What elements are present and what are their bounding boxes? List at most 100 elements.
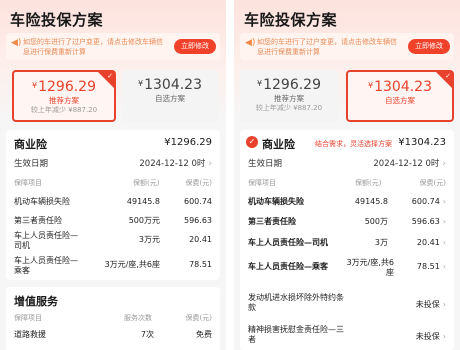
table-header: 保障项目 服务次数 保费(元) [6, 309, 220, 325]
effective-date-value[interactable]: 2024-12-12 0时 › [373, 157, 446, 169]
section-title: 增值服务 [14, 295, 58, 308]
row-name: 精神损害抚慰金责任险—三者 [248, 325, 344, 344]
table-row[interactable]: 精神损害抚慰金责任险—三者 未投保 › [240, 324, 454, 350]
section-title: 商业险 [14, 138, 47, 151]
table-row[interactable]: 车上人员责任险—司机 3万元 20.41 [6, 230, 220, 256]
row-name: 车上人员责任险—乘客 [14, 256, 78, 275]
chevron-right-icon: › [442, 159, 446, 169]
header-amount: 保额(元) [133, 179, 160, 187]
value-added-services-section: 增值服务 保障项目 服务次数 保费(元) 道路救援 7次 免费 [6, 287, 220, 350]
section-title: 商业险 [262, 138, 295, 151]
section-total: ¥1296.29 [164, 137, 212, 148]
table-header: 保障项目 保额(元) 保费(元) [240, 174, 454, 190]
chevron-right-icon: › [442, 217, 446, 226]
row-amount: 49145.8 [126, 197, 160, 206]
modify-now-button[interactable]: 立即修改 [408, 39, 450, 54]
transfer-notice: ◀) 如您的车进行了过户变更，请点击修改车辆信息进行保费重新计算 立即修改 [240, 33, 454, 60]
row-name: 发动机进水损坏除外特约条款 [248, 293, 344, 312]
row-name: 机动车辆损失险 [14, 197, 70, 206]
row-premium: 596.63 [184, 216, 212, 225]
row-premium: 78.51 [189, 260, 212, 269]
header-item: 保障项目 [14, 179, 42, 187]
row-amount: 3万元/座,共6座 [346, 258, 394, 277]
effective-date-label: 生效日期 [14, 159, 49, 169]
row-name: 车上人员责任险—司机 [14, 231, 78, 250]
row-amount: 500万元 [128, 216, 160, 225]
row-name: 车上人员责任险—乘客 [248, 262, 328, 271]
row-amount: 49145.8 [354, 197, 388, 206]
row-premium: 600.74 [184, 197, 212, 206]
row-premium: 免费 [196, 330, 212, 339]
chevron-right-icon: › [442, 197, 446, 206]
row-premium: 未投保 › [415, 300, 446, 309]
custom-plan-card[interactable]: ¥1304.23 自选方案 ✓ [346, 70, 454, 122]
notice-text: 如您的车进行了过户变更，请点击修改车辆信息进行保费重新计算 [257, 38, 397, 56]
recommended-plan-card[interactable]: ¥1296.29 推荐方案 较上年减少 ¥887.20 [240, 70, 338, 122]
row-amount: 500万 [364, 217, 388, 226]
row-name: 道路救援 [14, 330, 46, 339]
header-count: 服务次数 [124, 314, 152, 322]
plan-price: ¥1296.29 [257, 77, 321, 93]
row-amount: 3万元 [138, 235, 160, 244]
chevron-right-icon: › [442, 332, 446, 341]
row-name: 第三者责任险 [14, 216, 62, 225]
header-premium: 保费(元) [185, 179, 212, 187]
selected-corner-icon: ✓ [436, 72, 452, 88]
panel-divider [226, 0, 234, 350]
custom-plan-card[interactable]: ¥1304.23 自选方案 [122, 70, 218, 122]
effective-date-label: 生效日期 [248, 159, 283, 169]
table-row[interactable]: 车上人员责任险—司机 3万 20.41 › [240, 233, 454, 253]
header-premium: 保费(元) [419, 179, 446, 187]
header-amount: 保额(元) [355, 179, 382, 187]
chevron-right-icon: › [442, 262, 446, 271]
chevron-right-icon: › [442, 238, 446, 247]
commercial-insurance-section: ✓ 商业险 结合需求，灵活选择方案 ¥1304.23 生效日期 2024-12-… [240, 130, 454, 350]
row-amount: 3万元/座,共6座 [104, 260, 160, 269]
header-item: 保障项目 [14, 314, 42, 322]
table-row[interactable]: 发动机进水损坏除外特约条款 未投保 › [240, 292, 454, 318]
plan-label: 自选方案 [155, 94, 185, 103]
chevron-right-icon: › [442, 300, 446, 309]
check-circle-icon[interactable]: ✓ [246, 136, 258, 148]
section-total: ¥1304.23 [398, 137, 446, 148]
plan-label: 推荐方案 [49, 96, 79, 105]
row-name: 车上人员责任险—司机 [248, 238, 328, 247]
table-row[interactable]: 机动车辆损失险 49145.8 600.74 [6, 192, 220, 212]
speaker-icon: ◀) [11, 38, 22, 48]
commercial-insurance-section: 商业险 ¥1296.29 生效日期 2024-12-12 0时 › 保障项目 保额… [6, 130, 220, 280]
right-screen: 车险投保方案 ◀) 如您的车进行了过户变更，请点击修改车辆信息进行保费重新计算 … [234, 0, 460, 350]
row-name: 机动车辆损失险 [248, 197, 304, 206]
table-row[interactable]: 机动车辆损失险 49145.8 600.74 › [240, 192, 454, 212]
plan-price: ¥1304.23 [138, 77, 202, 93]
row-count: 7次 [140, 330, 154, 339]
selected-corner-icon: ✓ [98, 72, 114, 88]
recommended-plan-card[interactable]: ¥1296.29 推荐方案 较上年减少 ¥887.20 ✓ [12, 70, 116, 122]
transfer-notice: ◀) 如您的车进行了过户变更，请点击修改车辆信息进行保费重新计算 立即修改 [6, 33, 220, 60]
table-row[interactable]: 车上人员责任险—乘客 3万元/座,共6座 78.51 [6, 255, 220, 281]
table-row[interactable]: 第三者责任险 500万元 596.63 [6, 211, 220, 231]
row-premium: 596.63 › [411, 217, 446, 226]
plan-compare-text: 较上年减少 ¥887.20 [255, 104, 323, 112]
section-tag: 结合需求，灵活选择方案 [315, 140, 392, 148]
table-row[interactable]: 道路救援 7次 免费 [6, 325, 220, 345]
table-row[interactable]: 车上人员责任险—乘客 3万元/座,共6座 78.51 › [240, 254, 454, 280]
table-row[interactable]: 第三者责任险 500万 596.63 › [240, 212, 454, 232]
row-premium: 78.51 › [416, 262, 446, 271]
page-title: 车险投保方案 [244, 11, 338, 29]
chevron-right-icon: › [208, 159, 212, 169]
header-item: 保障项目 [248, 179, 276, 187]
page-title: 车险投保方案 [10, 11, 104, 29]
left-screen: 车险投保方案 ◀) 如您的车进行了过户变更，请点击修改车辆信息进行保费重新计算 … [0, 0, 226, 350]
modify-now-button[interactable]: 立即修改 [174, 39, 216, 54]
speaker-icon: ◀) [245, 38, 256, 48]
row-premium: 20.41 › [416, 238, 446, 247]
notice-text: 如您的车进行了过户变更，请点击修改车辆信息进行保费重新计算 [23, 38, 163, 56]
row-name: 第三者责任险 [248, 217, 296, 226]
row-premium: 20.41 [189, 235, 212, 244]
header-premium: 保费(元) [185, 314, 212, 322]
effective-date-value[interactable]: 2024-12-12 0时 › [139, 157, 212, 169]
plan-compare-text: 较上年减少 ¥887.20 [30, 106, 98, 114]
plan-label: 推荐方案 [274, 94, 304, 103]
plan-label: 自选方案 [385, 96, 415, 105]
row-premium: 600.74 › [411, 197, 446, 206]
